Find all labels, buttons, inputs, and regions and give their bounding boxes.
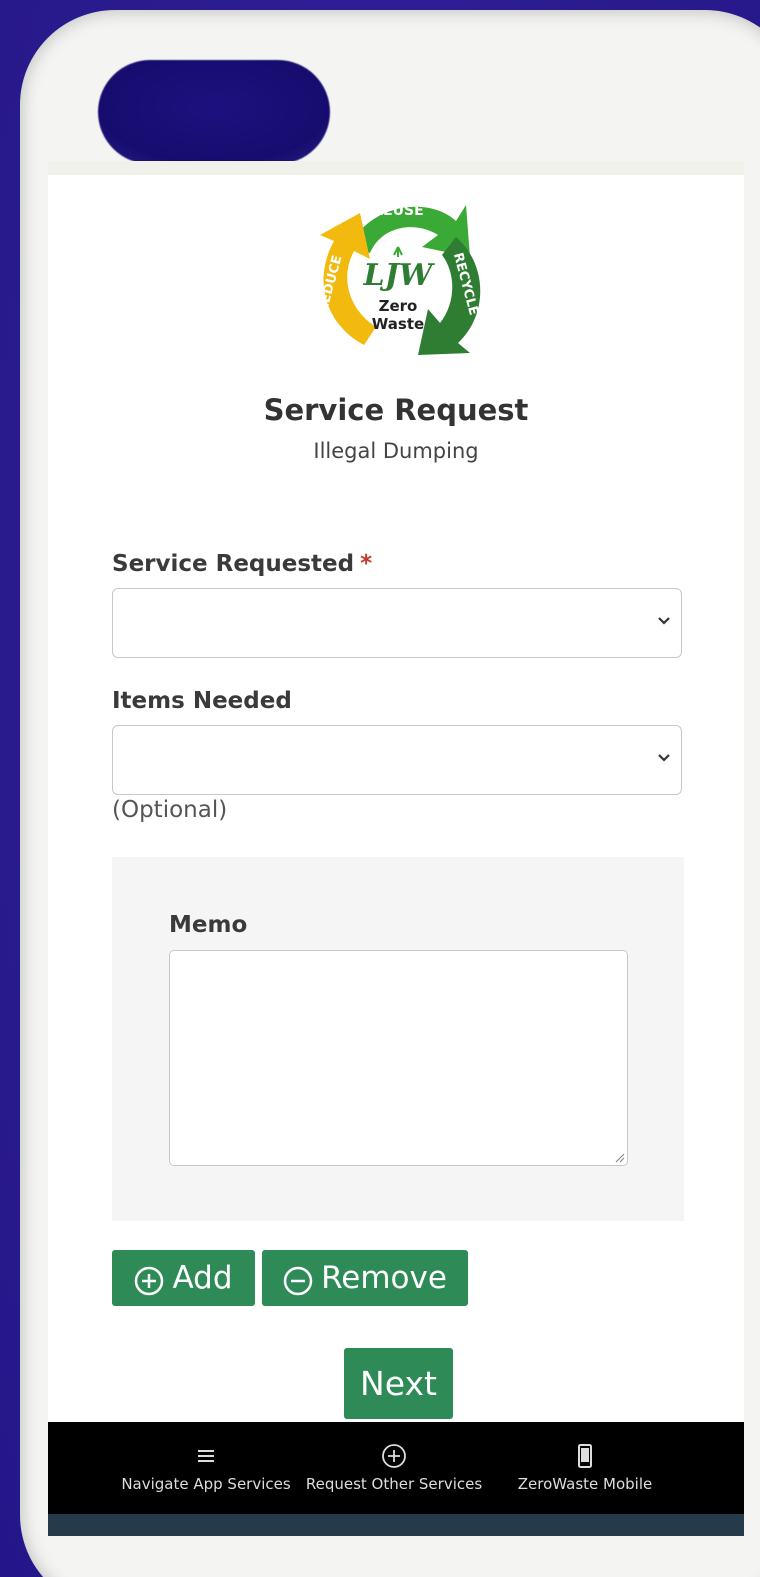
chevron-down-icon [658,754,670,762]
nav-label: Request Other Services [305,1475,483,1493]
add-button-label: Add [172,1260,233,1296]
resize-handle-icon[interactable] [613,1151,625,1163]
items-needed-optional-hint: (Optional) [112,797,228,823]
nav-request-other-services[interactable]: Request Other Services [304,1422,484,1514]
memo-label: Memo [169,912,248,938]
footer-nav: Navigate App Services Request Other Serv… [48,1422,744,1514]
logo-waste-text: Waste [372,315,424,333]
next-button-label: Next [360,1364,437,1403]
plus-circle-icon [382,1444,406,1468]
phone-notch [98,60,330,164]
nav-zerowaste-mobile[interactable]: ZeroWaste Mobile [506,1422,664,1514]
chevron-down-icon [658,617,670,625]
logo-zero-text: Zero [379,297,418,315]
minus-circle-icon [283,1266,313,1296]
items-needed-select[interactable] [112,725,682,795]
nav-navigate-app-services[interactable]: Navigate App Services [120,1422,292,1514]
service-requested-label: Service Requested * [112,551,372,577]
footer-bottom-bar [48,1514,744,1536]
background: REUSE REDUCE RECYCLE LJW Zero Waste Serv… [0,0,760,1577]
required-marker: * [360,551,373,577]
memo-textarea[interactable] [169,950,628,1166]
add-button[interactable]: Add [112,1250,255,1306]
service-requested-select[interactable] [112,588,682,658]
page-title: Service Request [263,393,529,427]
page-subtitle: Illegal Dumping [313,439,479,463]
menu-icon [198,1450,214,1462]
next-button[interactable]: Next [344,1348,453,1419]
status-strip [48,161,744,175]
items-needed-label: Items Needed [112,688,292,714]
plus-circle-icon [135,1266,164,1296]
service-requested-label-text: Service Requested [112,551,355,577]
logo-monogram: LJW [363,258,436,293]
phone-icon [578,1444,592,1468]
nav-label: Navigate App Services [121,1475,291,1493]
remove-button[interactable]: Remove [262,1250,468,1306]
memo-panel: Memo [112,857,684,1221]
remove-button-label: Remove [321,1260,447,1296]
zero-waste-logo: REUSE REDUCE RECYCLE LJW Zero Waste [316,203,481,355]
nav-label: ZeroWaste Mobile [517,1475,653,1493]
app-screen: REUSE REDUCE RECYCLE LJW Zero Waste Serv… [48,161,744,1536]
logo-reuse-text: REUSE [372,203,423,219]
